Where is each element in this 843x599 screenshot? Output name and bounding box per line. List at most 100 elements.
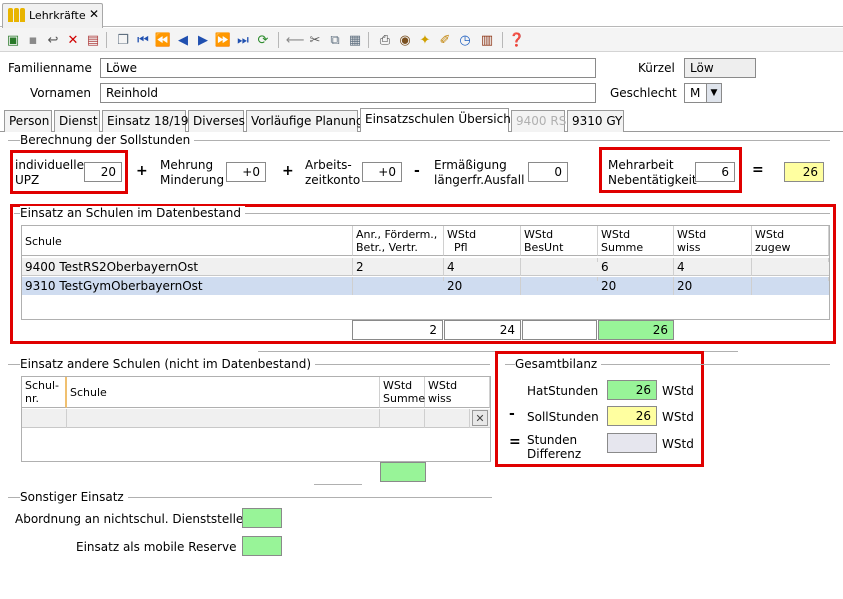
toolbar-divider	[106, 32, 107, 48]
cell-zugew	[752, 258, 829, 262]
arbeitszeitkonto-field[interactable]: +0	[362, 162, 402, 182]
copy-icon[interactable]: ⧉	[326, 31, 344, 49]
cell-wiss: 4	[674, 258, 752, 276]
andere-summe-total	[380, 462, 426, 482]
cancel-edit-icon[interactable]: ▤	[84, 31, 102, 49]
hint-icon[interactable]: ✦	[416, 31, 434, 49]
divider	[314, 484, 362, 485]
andere-section-title: Einsatz andere Schulen (nicht im Datenbe…	[20, 357, 316, 371]
minus-operator: -	[414, 163, 420, 179]
save-icon[interactable]: ▪	[24, 31, 42, 49]
einsatz-table: Schule Anr., Förderm., Betr., Vertr. WStd…	[21, 225, 830, 320]
hatstunden-label: HatStunden	[527, 384, 599, 398]
tab-einsatzschulen-uebersicht[interactable]: Einsatzschulen Übersicht	[360, 108, 516, 132]
cell-summe: 20	[598, 277, 674, 295]
last-icon[interactable]: ⏭	[234, 31, 252, 49]
col-header-zugew[interactable]: WStd zugew	[752, 226, 829, 256]
tab-vorlaeufige-planung[interactable]: Vorläufige Planung	[246, 110, 364, 132]
cell-summe	[380, 409, 425, 428]
clock-icon[interactable]: ◷	[456, 31, 474, 49]
col-header-summe[interactable]: WStd Summe	[598, 226, 674, 256]
differenz-unit: WStd	[662, 437, 694, 451]
next-page-icon[interactable]: ⏩	[214, 31, 232, 49]
col-header-schule[interactable]: Schule	[22, 226, 353, 256]
cut-icon[interactable]: ✂	[306, 31, 324, 49]
upz-highlight	[10, 150, 128, 194]
col-header-besunt[interactable]: WStd BesUnt	[521, 226, 598, 256]
col-header-wiss[interactable]: WStd wiss	[674, 226, 752, 256]
table-row[interactable]: 9310 TestGymOberbayernOst 20 20 20	[22, 277, 829, 295]
differenz-field	[607, 433, 657, 453]
new-record-icon[interactable]: ▣	[4, 31, 22, 49]
help-icon[interactable]: ❓	[508, 31, 526, 49]
cell-besunt	[521, 258, 598, 262]
equals-operator: =	[752, 162, 764, 178]
andere-table: Schul-nr. Schule WStd Summe WStd wiss ✕	[21, 376, 491, 462]
toolbar-divider	[368, 32, 369, 48]
undo-icon[interactable]: ↩	[44, 31, 62, 49]
col-header-schule[interactable]: Schule	[67, 377, 380, 408]
ermaessigung-label: Ermäßigung längerfr.Ausfall	[434, 158, 525, 187]
next-icon[interactable]: ▶	[194, 31, 212, 49]
gesamtbilanz-section-title: Gesamtbilanz	[515, 357, 602, 371]
table-row[interactable]: ✕	[22, 409, 490, 428]
einsatz-section-title: Einsatz an Schulen im Datenbestand	[20, 206, 245, 220]
mehrung-field[interactable]: +0	[226, 162, 266, 182]
back-arrow-icon[interactable]: ⟵	[286, 31, 305, 49]
print-icon[interactable]: ⎙	[376, 31, 394, 49]
col-header-wiss[interactable]: WStd wiss	[425, 377, 490, 408]
plus-operator: +	[282, 163, 294, 179]
kuerzel-field[interactable]: Löw	[684, 58, 756, 78]
table-row[interactable]: 9400 TestRS2OberbayernOst 2 4 6 4	[22, 258, 829, 276]
tab-dienst[interactable]: Dienst	[54, 110, 100, 132]
cell-summe: 6	[598, 258, 674, 276]
broom-icon[interactable]: ✐	[436, 31, 454, 49]
tab-einsatz[interactable]: Einsatz 18/19	[102, 110, 189, 132]
tab-9310-gy[interactable]: 9310 GY	[567, 110, 624, 132]
toolbar-divider	[502, 32, 503, 48]
delete-icon[interactable]: ✕	[64, 31, 82, 49]
total-besunt	[522, 320, 597, 340]
refresh-icon[interactable]: ⟳	[254, 31, 272, 49]
mobile-reserve-field[interactable]	[242, 536, 282, 556]
col-header-anrechnung[interactable]: Anr., Förderm., Betr., Vertr.	[353, 226, 444, 256]
mehrung-label: Mehrung Minderung	[160, 158, 225, 187]
geschlecht-value: M	[690, 86, 701, 100]
window-tab-lehrkraefte[interactable]: Lehrkräfte ✕	[2, 3, 103, 28]
sollstunden-label: SollStunden	[527, 410, 599, 424]
tab-person[interactable]: Person	[4, 110, 52, 132]
kuerzel-label: Kürzel	[638, 61, 675, 75]
window-tab-title: Lehrkräfte	[29, 9, 86, 22]
col-header-schulnr[interactable]: Schul-nr.	[22, 377, 67, 408]
cell-anrechnung	[353, 277, 444, 281]
preview-icon[interactable]: ◉	[396, 31, 414, 49]
abordnung-field[interactable]	[242, 508, 282, 528]
prev-icon[interactable]: ◀	[174, 31, 192, 49]
cell-anrechnung: 2	[353, 258, 444, 276]
tab-diverses[interactable]: Diverses	[188, 110, 245, 132]
geschlecht-select[interactable]: M ▼	[684, 83, 722, 103]
col-header-summe[interactable]: WStd Summe	[380, 377, 425, 408]
familienname-field[interactable]: Löwe	[100, 58, 596, 78]
delete-row-icon[interactable]: ✕	[472, 410, 488, 426]
sollstunden-result: 26	[784, 162, 824, 182]
teachers-icon	[8, 8, 26, 22]
prev-page-icon[interactable]: ⏪	[154, 31, 172, 49]
ermaessigung-field[interactable]: 0	[528, 162, 568, 182]
copy-record-icon[interactable]: ❐	[114, 31, 132, 49]
chevron-down-icon[interactable]: ▼	[706, 84, 721, 102]
vorname-field[interactable]: Reinhold	[100, 83, 596, 103]
col-header-pfl[interactable]: WStd Pfl	[444, 226, 521, 256]
soll-section-title: Berechnung der Sollstunden	[20, 133, 195, 147]
report-icon[interactable]: ▥	[478, 31, 496, 49]
sollstunden-field: 26	[607, 406, 657, 426]
hatstunden-field: 26	[607, 380, 657, 400]
cell-schule	[67, 409, 380, 428]
mobile-reserve-label: Einsatz als mobile Reserve	[76, 540, 237, 554]
first-icon[interactable]: ⏮	[134, 31, 152, 49]
total-pfl: 24	[444, 320, 521, 340]
vorname-label: Vornamen	[30, 86, 91, 100]
mehrarbeit-highlight	[599, 147, 742, 193]
close-tab-icon[interactable]: ✕	[89, 7, 99, 21]
paste-icon[interactable]: ▦	[346, 31, 364, 49]
